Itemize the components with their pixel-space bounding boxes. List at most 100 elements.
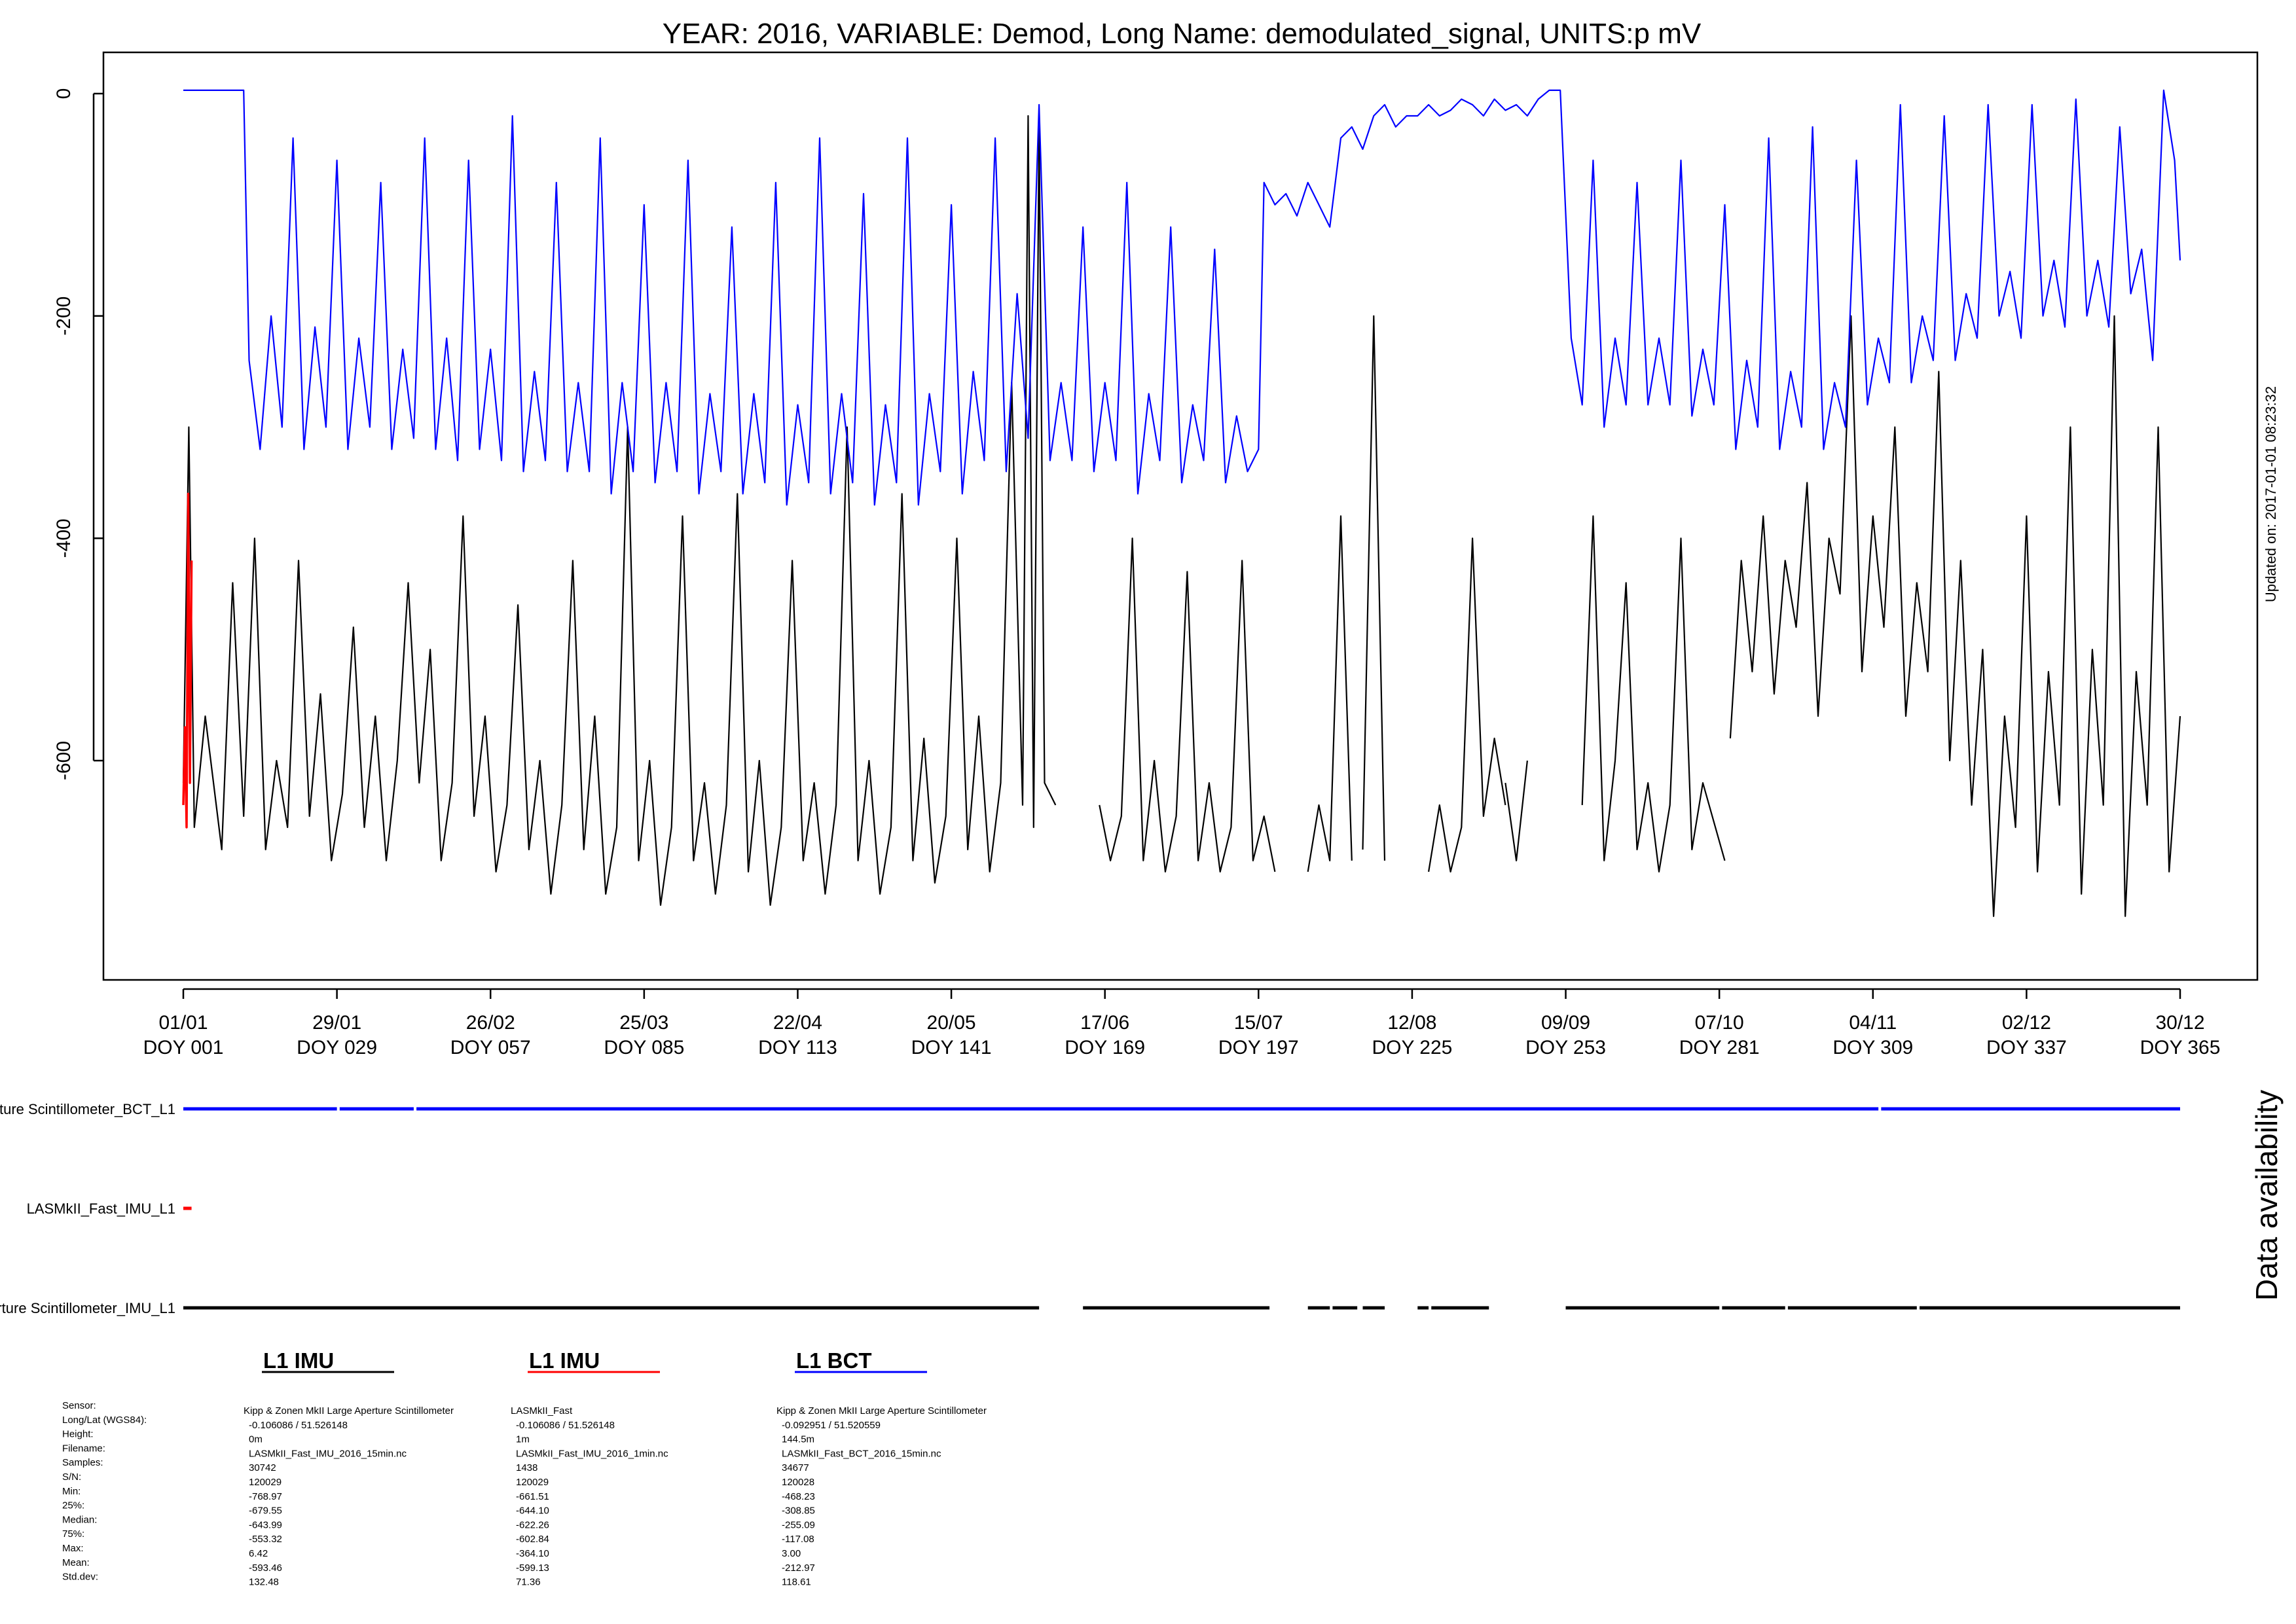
stats-row-label: Filename: [62,1443,105,1454]
x-tick-date: 04/11 [1849,1012,1897,1034]
series-2-segment-0 [183,89,2181,506]
x-tick-doy: DOY 141 [911,1037,992,1058]
x-tick-doy: DOY 113 [758,1037,837,1058]
availability-row-label: LASMkII_Fast_IMU_L1 [27,1200,175,1217]
series-0-segment-2 [1307,515,1353,872]
stats-cell: -622.26 [516,1519,549,1530]
x-tick-date: 29/01 [312,1012,361,1034]
stats-cell: 0m [249,1434,263,1445]
demod-signal-chart: YEAR: 2016, VARIABLE: Demod, Long Name: … [0,18,2284,1588]
stats-cell: -364.10 [516,1548,549,1559]
legend-label: L1 BCT [796,1348,872,1373]
stats-cell: -602.84 [516,1534,549,1545]
y-tick-label: -200 [53,297,75,336]
statistics-table: Sensor: Long/Lat (WGS84): Height: Filename:… [62,1400,987,1588]
legend: L1 IMU L1 IMU L1 BCT [262,1348,927,1373]
series-0-segment-1 [1099,537,1276,873]
stats-cell: 132.48 [249,1577,279,1588]
x-tick-doy: DOY 085 [604,1037,684,1058]
x-tick-date: 25/03 [619,1012,668,1034]
availability-row-label: Large Aperture Scintillometer_IMU_L1 [0,1300,175,1316]
stats-cell: -679.55 [249,1506,282,1517]
data-availability-label: Data availability [2250,1090,2284,1301]
stats-cell: -643.99 [249,1519,282,1530]
stats-cell: 6.42 [249,1548,268,1559]
availability-row-label: Large Aperture Scintillometer_BCT_L1 [0,1101,175,1117]
stats-row-label: Median: [62,1514,97,1525]
updated-timestamp: Updated on: 2017-01-01 08:23:32 [2263,386,2279,602]
stats-cell: 30742 [249,1462,276,1473]
stats-cell: -212.97 [782,1562,815,1574]
stats-cell: 120028 [782,1477,814,1488]
legend-label: L1 IMU [529,1348,600,1373]
x-tick-doy: DOY 197 [1218,1037,1299,1058]
series-0-segment-4 [1428,537,1506,873]
y-tick-label: 0 [53,88,75,99]
stats-cell: -644.10 [516,1506,549,1517]
x-tick-date: 26/02 [466,1012,515,1034]
y-tick-label: -600 [53,741,75,780]
data-availability-panel: Large Aperture Scintillometer_BCT_L1 LASM… [0,1101,2180,1316]
stats-cell: -0.106086 / 51.526148 [516,1420,615,1431]
stats-row-label: 25%: [62,1500,84,1511]
x-tick-date: 20/05 [927,1012,976,1034]
stats-cell: 3.00 [782,1548,801,1559]
stats-row-label: Samples: [62,1457,103,1468]
stats-cell: 71.36 [516,1577,541,1588]
x-tick-date: 01/01 [158,1012,208,1034]
x-tick-doy: DOY 281 [1679,1037,1760,1058]
x-tick-doy: DOY 169 [1065,1037,1145,1058]
x-tick-date: 02/12 [2002,1012,2051,1034]
stats-cell: -117.08 [782,1534,814,1545]
stats-cell: LASMkII_Fast_IMU_2016_1min.nc [516,1448,668,1459]
stats-cell: 144.5m [782,1434,814,1445]
x-tick-date: 17/06 [1080,1012,1129,1034]
stats-cell: -0.092951 / 51.520559 [782,1420,881,1431]
legend-label: L1 IMU [263,1348,334,1373]
x-tick-doy: DOY 225 [1372,1037,1452,1058]
x-tick-date: 15/07 [1234,1012,1283,1034]
series-0-segment-6 [1581,515,1726,873]
stats-cell: -308.85 [782,1506,815,1517]
y-axis: 0 -200 -400 -600 [53,88,103,780]
stats-cell: 118.61 [782,1577,811,1588]
x-tick-doy: DOY 337 [1986,1037,2067,1058]
stats-row-label: Std.dev: [62,1572,98,1583]
stats-cell: -468.23 [782,1491,815,1502]
stats-cell: -553.32 [249,1534,282,1545]
stats-cell: LASMkII_Fast_IMU_2016_15min.nc [249,1448,407,1459]
stats-row-label: Max: [62,1543,84,1554]
stats-cell: LASMkII_Fast_BCT_2016_15min.nc [782,1448,941,1459]
stats-cell: LASMkII_Fast [511,1405,573,1416]
x-tick-doy: DOY 309 [1832,1037,1913,1058]
stats-cell: Kipp & Zonen MkII Large Aperture Scintil… [776,1405,987,1416]
x-tick-doy: DOY 365 [2140,1037,2221,1058]
stats-cell: 1m [516,1434,530,1445]
series-0-segment-5 [1504,760,1528,861]
y-tick-label: -400 [53,518,75,558]
x-tick-date: 07/10 [1695,1012,1744,1034]
series-0-segment-3 [1362,315,1386,861]
stats-row-label: Sensor: [62,1400,96,1411]
stats-row-label: Height: [62,1429,94,1440]
stats-cell: -0.106086 / 51.526148 [249,1420,348,1431]
plot-series [182,89,2181,917]
x-tick-doy: DOY 253 [1525,1037,1606,1058]
stats-cell: Kipp & Zonen MkII Large Aperture Scintil… [244,1405,454,1416]
x-axis: 01/01 DOY 001 29/01 DOY 029 26/02 DOY 057 25/0… [143,988,2221,1058]
stats-row-label: Long/Lat (WGS84): [62,1415,147,1426]
x-tick-date: 30/12 [2155,1012,2204,1034]
x-tick-date: 22/04 [773,1012,822,1034]
stats-cell: -255.09 [782,1519,815,1530]
x-tick-date: 09/09 [1541,1012,1590,1034]
stats-cell: -661.51 [516,1491,549,1502]
stats-row-label: Mean: [62,1557,90,1568]
x-tick-doy: DOY 001 [143,1037,224,1058]
stats-cell: 120029 [516,1477,549,1488]
stats-row-label: 75%: [62,1528,84,1540]
x-tick-doy: DOY 057 [450,1037,531,1058]
series-0-segment-0 [182,115,1057,906]
stats-cell: 1438 [516,1462,538,1473]
stats-row-label: Min: [62,1486,81,1497]
chart-title: YEAR: 2016, VARIABLE: Demod, Long Name: … [663,18,1702,50]
